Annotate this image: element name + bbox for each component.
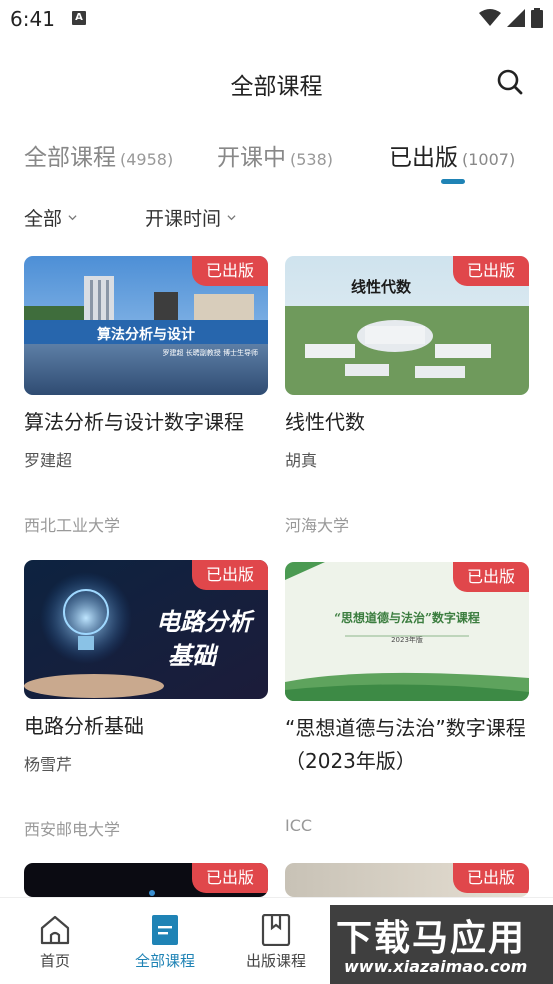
watermark-text: 下载马应用	[336, 918, 527, 959]
course-school: 西安邮电大学	[24, 820, 121, 839]
signal-icon	[507, 9, 525, 27]
category-filter-label: 全部	[24, 208, 63, 230]
sort-filter-dropdown[interactable]: 开课时间	[145, 204, 236, 231]
course-school: 西北工业大学	[24, 516, 121, 535]
cover-title-text: 算法分析与设计	[97, 326, 195, 343]
chevron-down-icon	[68, 215, 77, 221]
course-card[interactable]: 电路分析 基础 已出版 电路分析基础 杨雪芹 西安邮电大学	[24, 560, 268, 839]
course-author: 罗建超	[24, 451, 73, 470]
app-header: 全部课程	[0, 55, 553, 107]
course-card[interactable]: 已出版	[24, 863, 268, 897]
nav-item-published-courses[interactable]: 出版课程	[221, 898, 331, 984]
course-author: 胡真	[285, 451, 318, 470]
status-time: 6:41	[10, 7, 55, 31]
published-badge: 已出版	[452, 863, 529, 893]
course-card[interactable]: 已出版	[285, 863, 529, 897]
filter-bar: 全部 开课时间	[0, 200, 553, 234]
course-cover: 线性代数 已出版	[285, 256, 529, 395]
cover-subtitle-text: 罗建超 长聘副教授 博士生导师	[163, 348, 258, 357]
active-tab-indicator	[441, 179, 465, 184]
cover-title-text: 电路分析	[156, 607, 255, 636]
cover-title-text: 线性代数	[351, 278, 412, 296]
cover-subtitle-text: 2023年版	[391, 635, 423, 644]
course-author: 杨雪芹	[24, 755, 73, 774]
category-filter-dropdown[interactable]: 全部	[24, 204, 77, 231]
course-title-line-1: “思想道德与法治”数字课程	[285, 716, 526, 740]
course-cover: 算法分析与设计 罗建超 长聘副教授 博士生导师 已出版	[24, 256, 268, 395]
course-card[interactable]: 算法分析与设计 罗建超 长聘副教授 博士生导师 已出版 算法分析与设计数字课程 …	[24, 256, 268, 535]
published-badge: 已出版	[191, 560, 268, 590]
battery-icon	[531, 8, 543, 28]
course-tabs: 全部课程 (4958) 开课中 (538) 已出版 (1007)	[0, 138, 553, 186]
published-badge: 已出版	[191, 863, 268, 893]
status-icons	[479, 8, 543, 28]
page-title: 全部课程	[230, 74, 323, 100]
chevron-down-icon	[227, 215, 236, 221]
tab-published[interactable]: 已出版 (1007)	[389, 138, 515, 172]
published-badge: 已出版	[191, 256, 268, 286]
course-title: 线性代数	[285, 410, 365, 434]
watermark-logo: 下载马应用 www.xiazaimao.com	[330, 905, 553, 984]
nav-item-all-courses[interactable]: 全部课程	[110, 898, 220, 984]
sort-filter-label: 开课时间	[145, 208, 222, 230]
tab-count: (4958)	[120, 150, 174, 169]
tab-all-courses[interactable]: 全部课程 (4958)	[24, 138, 173, 172]
course-cover: 已出版	[24, 863, 268, 897]
course-school: ICC	[285, 816, 313, 835]
course-cover: 电路分析 基础 已出版	[24, 560, 268, 699]
tab-count: (538)	[290, 150, 334, 169]
bookmark-book-icon	[261, 914, 291, 946]
course-cover: “思想道德与法治”数字课程 2023年版 已出版	[285, 562, 529, 701]
course-title-line-2: （2023年版）	[285, 749, 416, 773]
tab-label: 全部课程	[24, 145, 116, 171]
nav-label: 全部课程	[134, 952, 195, 970]
course-title: 算法分析与设计数字课程	[24, 410, 244, 434]
home-icon	[40, 915, 70, 945]
wifi-icon	[479, 9, 501, 26]
course-card[interactable]: 线性代数 已出版 线性代数 胡真 河海大学	[285, 256, 529, 535]
notification-a-icon: A	[72, 11, 86, 25]
tab-label: 开课中	[217, 145, 286, 171]
published-badge: 已出版	[452, 256, 529, 286]
course-cover: 已出版	[285, 863, 529, 897]
course-title: 电路分析基础	[24, 714, 144, 738]
tab-in-progress[interactable]: 开课中 (538)	[217, 138, 333, 172]
published-badge: 已出版	[452, 562, 529, 592]
nav-label: 首页	[39, 952, 70, 970]
nav-item-home[interactable]: 首页	[0, 898, 110, 984]
status-bar: 6:41 A	[0, 0, 553, 40]
course-card[interactable]: “思想道德与法治”数字课程 2023年版 已出版 “思想道德与法治”数字课程 （…	[285, 562, 529, 835]
course-list-icon	[152, 915, 178, 945]
tab-label: 已出版	[389, 145, 458, 171]
cover-title-text-2: 基础	[168, 641, 219, 670]
tab-count: (1007)	[462, 150, 516, 169]
cover-title-text: “思想道德与法治”数字课程	[334, 610, 480, 625]
nav-label: 出版课程	[245, 952, 306, 970]
watermark-url: www.xiazaimao.com	[344, 957, 528, 976]
course-title: “思想道德与法治”数字课程 （2023年版）	[285, 712, 535, 778]
search-icon[interactable]	[495, 67, 525, 97]
course-school: 河海大学	[285, 516, 350, 535]
